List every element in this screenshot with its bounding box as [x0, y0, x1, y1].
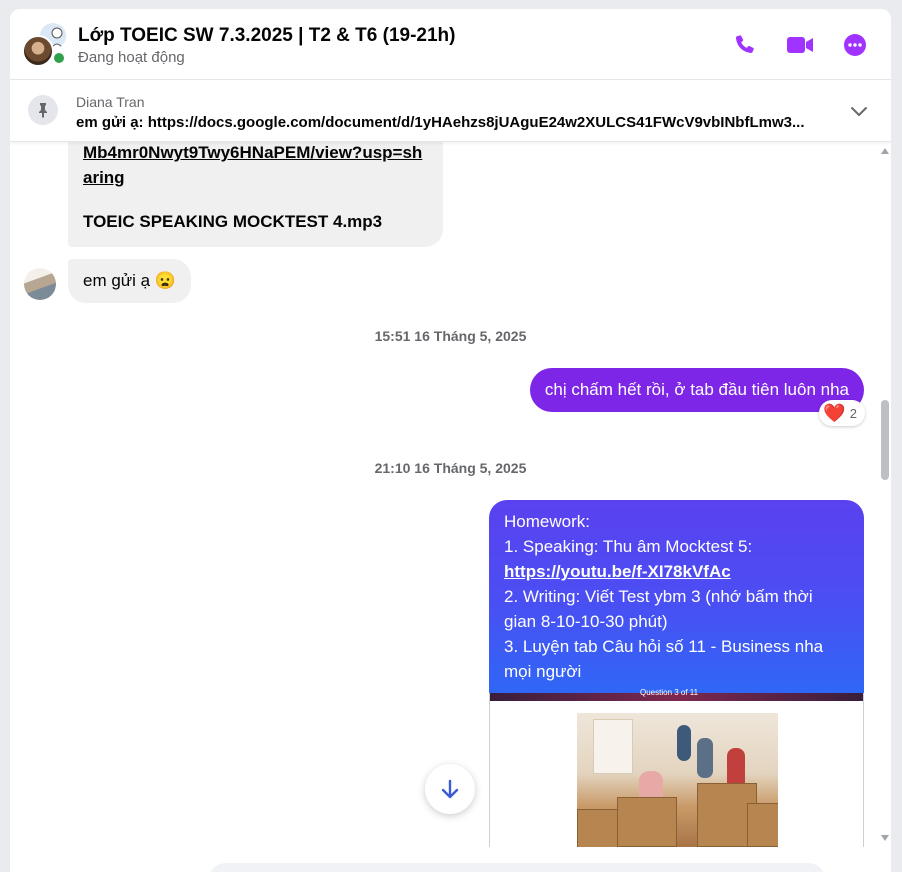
video-call-button[interactable]: [786, 31, 814, 59]
message-scrollbar[interactable]: [879, 142, 891, 847]
image-caption: Question 3 of 11: [640, 688, 699, 697]
pinned-message-text: em gửi ạ: https://docs.google.com/docume…: [76, 114, 805, 131]
message-timestamp: 21:10 16 Tháng 5, 2025: [374, 460, 527, 476]
homework-line: 2. Writing: Viết Test ybm 3 (nhớ bấm thờ…: [504, 587, 813, 631]
youtube-link[interactable]: https://youtu.be/f-XI78kVfAc: [504, 559, 849, 584]
scroll-to-bottom-button[interactable]: [425, 764, 475, 814]
message-timestamp: 15:51 16 Tháng 5, 2025: [374, 328, 527, 344]
pin-icon: [28, 95, 58, 125]
shared-link[interactable]: Mb4mr0Nwyt9Twy6HNaPEM/view?usp=sharing: [83, 142, 429, 190]
conversation-title[interactable]: Lớp TOEIC SW 7.3.2025 | T2 & T6 (19-21h): [78, 25, 455, 47]
group-avatar[interactable]: [22, 21, 70, 69]
outgoing-message-bubble: chị chấm hết rồi, ở tab đầu tiên luôn nh…: [529, 368, 864, 412]
heart-icon: ❤️: [823, 403, 846, 423]
scrollbar-thumb[interactable]: [881, 400, 889, 480]
avatar-member-1: [22, 35, 54, 67]
reaction-badge[interactable]: ❤️ 2: [819, 400, 865, 426]
homework-line: Homework:: [504, 512, 590, 531]
conversation-header: Lớp TOEIC SW 7.3.2025 | T2 & T6 (19-21h)…: [10, 9, 891, 80]
incoming-message-bubble: em gửi ạ 😦: [68, 259, 192, 303]
scroll-up-arrow[interactable]: [881, 148, 889, 154]
attached-image[interactable]: Question 3 of 11: [489, 688, 864, 847]
sender-avatar[interactable]: [24, 268, 56, 300]
message-input[interactable]: [208, 863, 826, 872]
reaction-count: 2: [849, 405, 857, 421]
audio-call-button[interactable]: [731, 31, 759, 59]
moving-boxes-photo: [577, 713, 778, 847]
video-icon: [787, 37, 813, 53]
attachment-file-name[interactable]: TOEIC SPEAKING MOCKTEST 4.mp3: [83, 209, 429, 234]
online-status-dot: [52, 51, 66, 65]
phone-icon: [735, 35, 754, 53]
conversation-status: Đang hoạt động: [78, 49, 185, 66]
arrow-down-icon: [441, 779, 459, 799]
more-icon: [844, 34, 866, 56]
image-header-strip: Question 3 of 11: [490, 688, 863, 701]
chat-window: Lớp TOEIC SW 7.3.2025 | T2 & T6 (19-21h)…: [10, 9, 891, 872]
conversation-info-button[interactable]: [841, 31, 869, 59]
scroll-down-arrow[interactable]: [881, 835, 889, 841]
pinned-sender-name: Diana Tran: [76, 94, 145, 110]
homework-message-bubble: Homework: 1. Speaking: Thu âm Mocktest 5…: [489, 500, 864, 695]
message-list[interactable]: Mb4mr0Nwyt9Twy6HNaPEM/view?usp=sharing T…: [10, 142, 891, 847]
composer-bar: [10, 847, 891, 872]
chevron-down-icon[interactable]: [848, 100, 870, 127]
file-message-bubble: Mb4mr0Nwyt9Twy6HNaPEM/view?usp=sharing T…: [68, 142, 443, 247]
homework-line: 1. Speaking: Thu âm Mocktest 5:: [504, 537, 753, 556]
homework-line: 3. Luyện tab Câu hỏi số 11 - Business nh…: [504, 637, 824, 681]
pinned-message-bar[interactable]: Diana Tran em gửi ạ: https://docs.google…: [10, 80, 891, 142]
